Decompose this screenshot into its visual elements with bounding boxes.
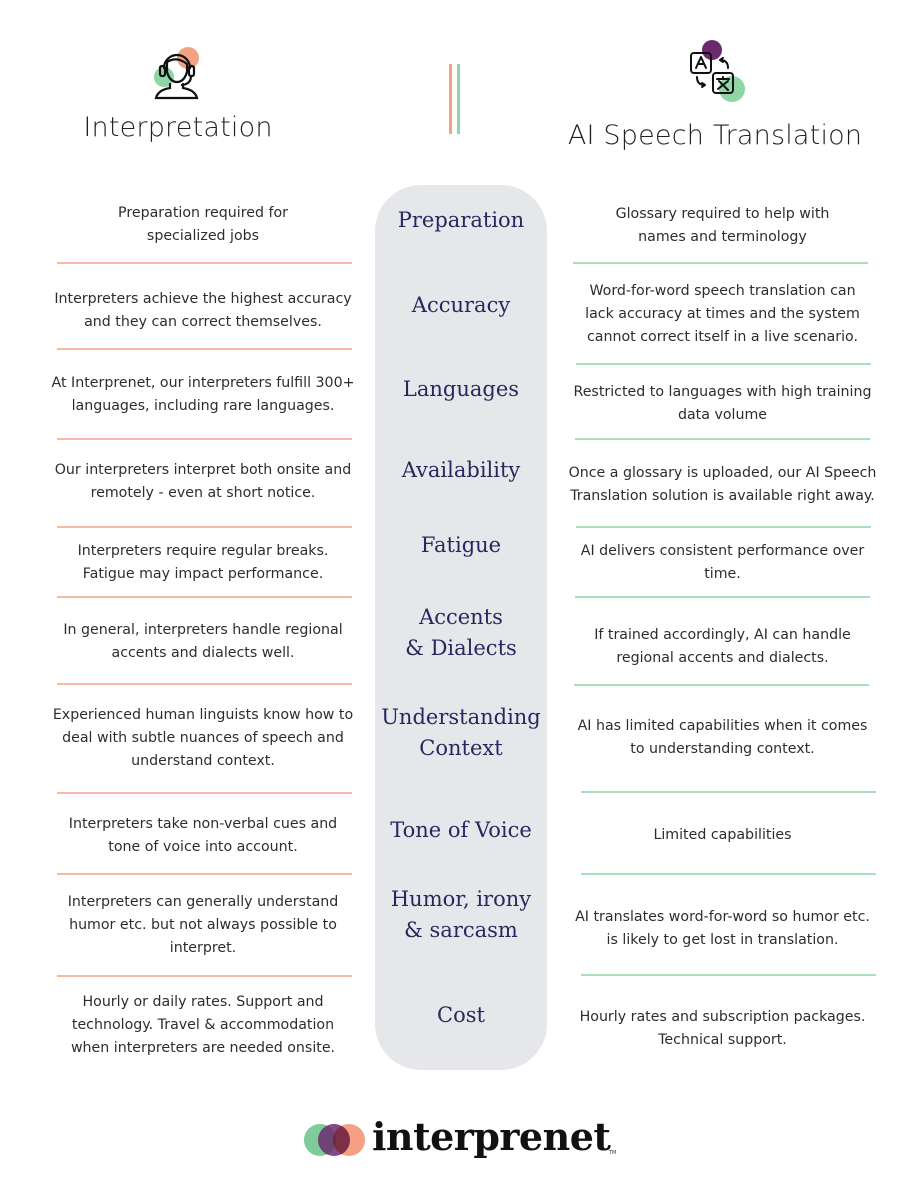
category-label: Preparation — [397, 208, 525, 232]
category-label: Availability — [401, 458, 521, 482]
category-label: Accents & Dialects — [405, 605, 517, 660]
interpreter-headset-icon — [150, 44, 202, 102]
translate-icon — [688, 36, 748, 104]
row-divider-left — [57, 792, 352, 794]
row-divider-right — [576, 526, 871, 528]
divider-line-orange — [449, 64, 452, 134]
row-divider-left — [57, 438, 352, 440]
row-divider-left — [57, 975, 352, 977]
ai-translation-cell: Hourly rates and subscription packages. … — [579, 1009, 866, 1048]
trademark: TM — [609, 1150, 617, 1156]
interpretation-cell: Hourly or daily rates. Support and techn… — [70, 994, 336, 1056]
row-divider-right — [576, 363, 871, 365]
interpretation-cell: Interpreters take non-verbal cues and to… — [68, 816, 338, 855]
interpretation-cell: Interpreters require regular breaks. Fat… — [77, 543, 329, 582]
ai-translation-cell: AI translates word-for-word so humor etc… — [575, 909, 870, 948]
ai-translation-cell: Once a glossary is uploaded, our AI Spee… — [568, 465, 877, 504]
category-label: Fatigue — [420, 533, 502, 557]
category-label: Languages — [402, 377, 520, 401]
row-divider-right — [575, 438, 870, 440]
row-divider-left — [57, 596, 352, 598]
divider-line-green — [457, 64, 460, 134]
row-divider-right — [581, 974, 876, 976]
header-divider — [449, 64, 463, 134]
ai-translation-cell: If trained accordingly, AI can handle re… — [594, 627, 851, 666]
category-label: Understanding Context — [381, 705, 541, 760]
ai-translation-cell: AI delivers consistent performance over … — [580, 543, 865, 582]
ai-translation-cell: Limited capabilities — [653, 827, 792, 843]
ai-speech-translation-title: AI Speech Translation — [567, 120, 863, 151]
interpretation-cell: Interpreters can generally understand hu… — [67, 894, 339, 956]
row-divider-left — [57, 348, 352, 350]
interpretation-cell: Experienced human linguists know how to … — [52, 707, 354, 769]
interpretation-cell: In general, interpreters handle regional… — [63, 622, 343, 661]
category-label: Tone of Voice — [390, 818, 532, 842]
row-divider-right — [574, 684, 869, 686]
interpretation-cell: At Interprenet, our interpreters fulfill… — [51, 375, 355, 414]
row-divider-right — [573, 262, 868, 264]
interprenet-logo: interprenet TM — [304, 1114, 624, 1168]
ai-translation-cell: Restricted to languages with high traini… — [573, 384, 872, 423]
ai-translation-cell: AI has limited capabilities when it come… — [577, 718, 868, 757]
row-divider-right — [575, 596, 870, 598]
category-label: Humor, irony & sarcasm — [390, 887, 532, 942]
row-divider-left — [57, 683, 352, 685]
logo-circle-orange — [333, 1124, 365, 1156]
interpretation-cell: Preparation required for specialized job… — [118, 205, 288, 244]
category-label: Accuracy — [411, 293, 511, 317]
ai-translation-cell: Word-for-word speech translation can lac… — [585, 283, 860, 345]
category-label: Cost — [437, 1003, 485, 1027]
interpretation-cell: Our interpreters interpret both onsite a… — [54, 462, 352, 501]
row-divider-left — [57, 873, 352, 875]
row-divider-left — [57, 526, 352, 528]
row-divider-right — [581, 873, 876, 875]
interpretation-cell: Interpreters achieve the highest accurac… — [54, 291, 352, 330]
ai-translation-cell: Glossary required to help with names and… — [615, 206, 830, 245]
row-divider-right — [581, 791, 876, 793]
logo-wordmark: interprenet — [372, 1114, 611, 1159]
row-divider-left — [57, 262, 352, 264]
interpretation-title: Interpretation — [83, 112, 273, 143]
